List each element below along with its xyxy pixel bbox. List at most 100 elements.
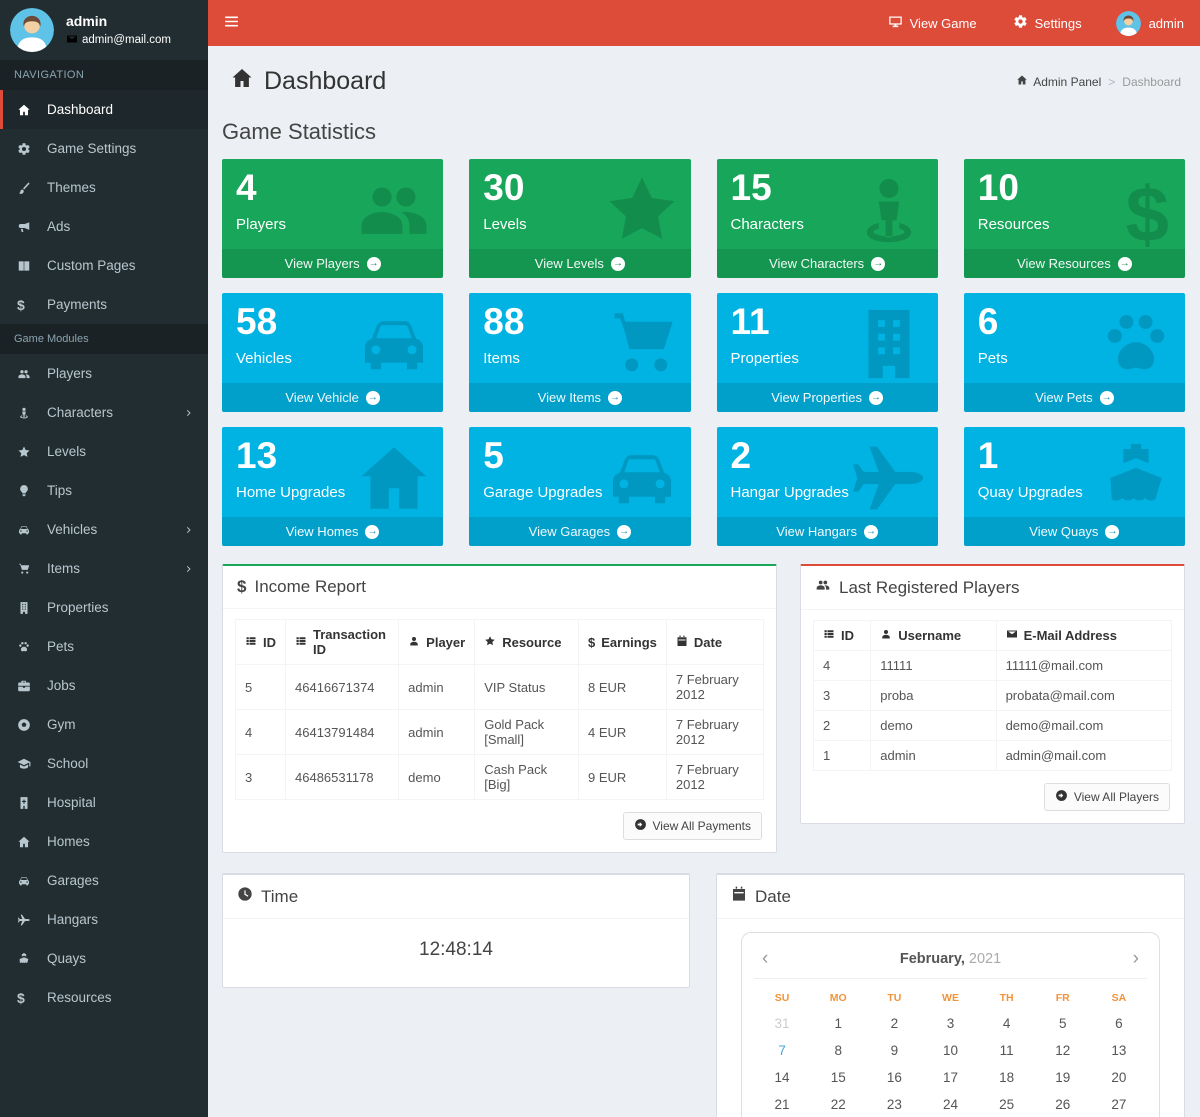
calendar-day-today[interactable]: 7	[754, 1037, 810, 1064]
calendar-day[interactable]: 5	[1035, 1010, 1091, 1037]
calendar-day[interactable]: 23	[866, 1091, 922, 1117]
calendar-day[interactable]: 20	[1091, 1064, 1147, 1091]
view-pets-link[interactable]: View Pets→	[964, 383, 1185, 412]
view-homes-link[interactable]: View Homes→	[222, 517, 443, 546]
sidebar-item-items[interactable]: Items	[0, 549, 208, 588]
sidebar-item-characters[interactable]: Characters	[0, 393, 208, 432]
view-characters-link[interactable]: View Characters→	[717, 249, 938, 278]
view-garages-link[interactable]: View Garages→	[469, 517, 690, 546]
sidebar-item-tips[interactable]: Tips	[0, 471, 208, 510]
income-report-footer: View All Payments	[223, 800, 776, 852]
calendar-day[interactable]: 31	[754, 1010, 810, 1037]
stat-value: 2	[731, 435, 924, 478]
stat-value: 15	[731, 167, 924, 210]
sidebar-item-payments[interactable]: $Payments	[0, 285, 208, 324]
sidebar-toggle-button[interactable]	[208, 0, 255, 46]
calendar-day[interactable]: 1	[810, 1010, 866, 1037]
sidebar-item-hangars[interactable]: Hangars	[0, 900, 208, 939]
sidebar-item-school[interactable]: School	[0, 744, 208, 783]
view-hangars-link[interactable]: View Hangars→	[717, 517, 938, 546]
sidebar-item-players[interactable]: Players	[0, 354, 208, 393]
calendar-day[interactable]: 9	[866, 1037, 922, 1064]
view-players-link[interactable]: View Players→	[222, 249, 443, 278]
sidebar-section-header-game-modules: Game Modules	[0, 324, 208, 354]
arrow-circle-right-icon: →	[1100, 391, 1114, 405]
calendar-weekday-we: WE	[922, 985, 978, 1010]
calendar-day[interactable]: 26	[1035, 1091, 1091, 1117]
sidebar-item-gym[interactable]: Gym	[0, 705, 208, 744]
calendar-day[interactable]: 19	[1035, 1064, 1091, 1091]
calendar-day[interactable]: 27	[1091, 1091, 1147, 1117]
calendar-day[interactable]: 17	[922, 1064, 978, 1091]
user-avatar	[10, 8, 54, 52]
calendar-day[interactable]: 2	[866, 1010, 922, 1037]
sidebar-item-ads[interactable]: Ads	[0, 207, 208, 246]
calendar-day[interactable]: 13	[1091, 1037, 1147, 1064]
view-items-link[interactable]: View Items→	[469, 383, 690, 412]
sidebar-item-vehicles[interactable]: Vehicles	[0, 510, 208, 549]
calendar-day[interactable]: 16	[866, 1064, 922, 1091]
calendar-day[interactable]: 15	[810, 1064, 866, 1091]
view-resources-link[interactable]: View Resources→	[964, 249, 1185, 278]
sidebar-item-dashboard[interactable]: Dashboard	[0, 90, 208, 129]
calendar-day[interactable]: 6	[1091, 1010, 1147, 1037]
users-icon	[815, 577, 831, 598]
stat-value: 10	[978, 167, 1171, 210]
view-game-link[interactable]: View Game	[870, 0, 995, 46]
sidebar-item-themes[interactable]: Themes	[0, 168, 208, 207]
sidebar-item-pets[interactable]: Pets	[0, 627, 208, 666]
view-quays-link[interactable]: View Quays→	[964, 517, 1185, 546]
sidebar-item-resources[interactable]: $Resources	[0, 978, 208, 1017]
view-properties-link[interactable]: View Properties→	[717, 383, 938, 412]
income-row: 446413791484adminGold Pack [Small]4 EUR7…	[236, 710, 764, 755]
sidebar-item-levels[interactable]: Levels	[0, 432, 208, 471]
sidebar-item-label: Payments	[47, 297, 107, 312]
table-cell: 11111	[871, 651, 996, 681]
breadcrumb: Admin Panel > Dashboard	[1016, 74, 1183, 89]
calendar-day[interactable]: 14	[754, 1064, 810, 1091]
view-all-players-button[interactable]: View All Players	[1044, 783, 1170, 811]
calendar-weekday-tu: TU	[866, 985, 922, 1010]
calendar-day[interactable]: 18	[979, 1064, 1035, 1091]
calendar-day[interactable]: 10	[922, 1037, 978, 1064]
view-vehicle-link[interactable]: View Vehicle→	[222, 383, 443, 412]
calendar-weekday-fr: FR	[1035, 985, 1091, 1010]
calendar-header: ‹ February, 2021 ›	[754, 939, 1147, 979]
sidebar-item-label: Resources	[47, 990, 112, 1005]
sidebar-item-jobs[interactable]: Jobs	[0, 666, 208, 705]
calendar-day[interactable]: 4	[979, 1010, 1035, 1037]
view-levels-link[interactable]: View Levels→	[469, 249, 690, 278]
sidebar-item-garages[interactable]: Garages	[0, 861, 208, 900]
sidebar-item-custom-pages[interactable]: Custom Pages	[0, 246, 208, 285]
view-all-payments-button[interactable]: View All Payments	[623, 812, 763, 840]
income-report-header: $ Income Report	[223, 566, 776, 609]
stat-label: Players	[236, 216, 429, 233]
main-area: View Game Settings admin Dashboard	[208, 0, 1200, 1117]
stat-label: Characters	[731, 216, 924, 233]
breadcrumb-admin-panel[interactable]: Admin Panel	[1016, 74, 1101, 89]
calendar-day[interactable]: 24	[922, 1091, 978, 1117]
calendar-day[interactable]: 22	[810, 1091, 866, 1117]
calendar-day[interactable]: 21	[754, 1091, 810, 1117]
sidebar-item-quays[interactable]: Quays	[0, 939, 208, 978]
stat-label: Resources	[978, 216, 1171, 233]
stat-card-hangar-upgrades: 2Hangar UpgradesView Hangars→	[717, 427, 938, 546]
sidebar-item-homes[interactable]: Homes	[0, 822, 208, 861]
settings-link[interactable]: Settings	[995, 0, 1100, 46]
calendar-day[interactable]: 8	[810, 1037, 866, 1064]
calendar-day[interactable]: 3	[922, 1010, 978, 1037]
sidebar-item-hospital[interactable]: Hospital	[0, 783, 208, 822]
sidebar-item-game-settings[interactable]: Game Settings	[0, 129, 208, 168]
calendar-next-button[interactable]: ›	[1125, 949, 1147, 968]
calendar-day[interactable]: 25	[979, 1091, 1035, 1117]
calendar-day[interactable]: 12	[1035, 1037, 1091, 1064]
calendar-day[interactable]: 11	[979, 1037, 1035, 1064]
topbar-right: View Game Settings admin	[870, 0, 1200, 46]
stat-card-characters: 15 Characters View Characters→	[717, 159, 938, 278]
user-menu[interactable]: admin	[1100, 0, 1200, 46]
calendar-grid: SUMOTUWETHFRSA31123456789101112131415161…	[754, 985, 1147, 1117]
time-display: 12:48:14	[223, 919, 689, 987]
sidebar-item-properties[interactable]: Properties	[0, 588, 208, 627]
column-header-date: Date	[666, 620, 763, 665]
calendar-prev-button[interactable]: ‹	[754, 949, 776, 968]
